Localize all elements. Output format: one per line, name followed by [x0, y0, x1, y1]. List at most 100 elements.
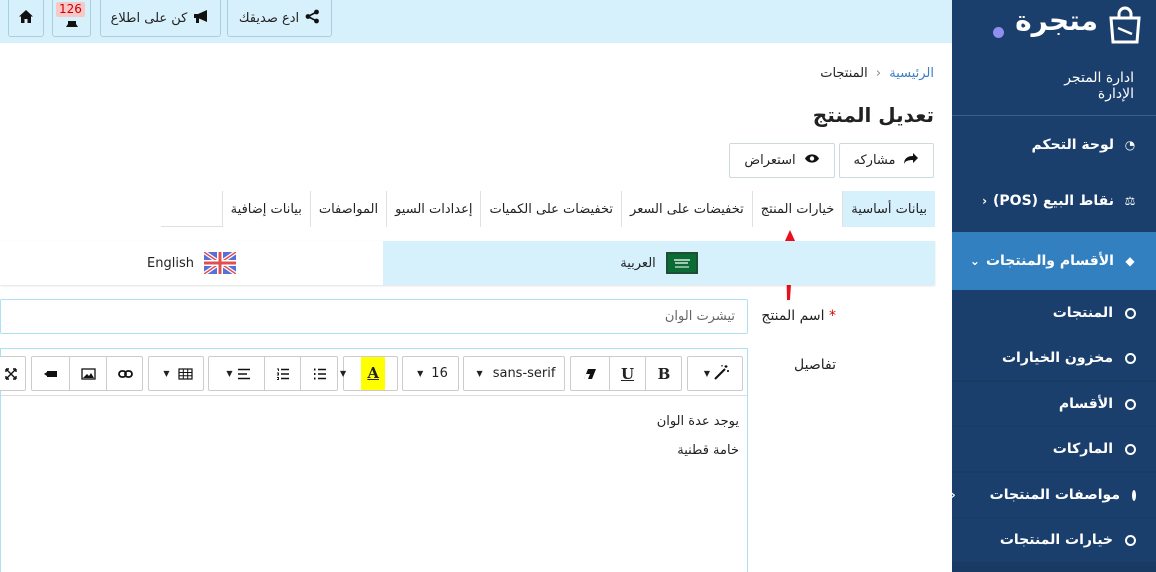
circle-icon [1125, 352, 1136, 364]
stay-informed-label: كن على اطلاع [110, 10, 188, 26]
invite-friend-label: ادع صديقك [238, 10, 300, 26]
bell-icon [65, 17, 79, 33]
tab-language-arabic[interactable]: العربية [383, 241, 935, 285]
sidebar-item-label: نقاط البيع (POS) [993, 193, 1114, 209]
share-label: مشاركه [853, 153, 896, 168]
image-icon[interactable] [69, 357, 107, 390]
eye-icon [804, 153, 820, 168]
breadcrumb-separator-icon: ‹ [875, 66, 882, 81]
text-color-button[interactable]: A [361, 357, 386, 390]
preview-button[interactable]: استعراض [729, 143, 835, 178]
sidebar-item-categories-products[interactable]: ◆ الأقسام والمنتجات ⌄ [952, 232, 1156, 290]
preview-label: استعراض [744, 153, 796, 168]
expand-icon [5, 367, 17, 380]
tab-extra-data[interactable]: بيانات إضافية [221, 191, 310, 227]
details-label: تفاصيل [794, 357, 836, 373]
tab-specifications[interactable]: المواصفات [309, 191, 387, 227]
logo[interactable]: متجرة [952, 0, 1156, 50]
required-mark: * [829, 308, 836, 324]
sidebar-subitem-label: خيارات المنتجات [999, 532, 1113, 548]
sidebar-subitem-brands[interactable]: الماركات [952, 427, 1156, 471]
stay-informed-button[interactable]: كن على اطلاع [100, 0, 221, 37]
sidebar-subitem-label: الأقسام [1058, 396, 1113, 412]
scale-icon: ⚖ [1124, 194, 1136, 208]
font-size-dropdown[interactable]: ▼ 16 [402, 356, 459, 391]
home-button[interactable] [8, 0, 44, 37]
sidebar-subitem-options-stock[interactable]: مخزون الخيارات [952, 336, 1156, 380]
breadcrumb-home-link[interactable]: الرئيسية [889, 66, 934, 81]
store-title: ادارة المتجر [1064, 70, 1134, 86]
sidebar-subitem-specifications[interactable]: مواصفات المنتجات ‹ [951, 473, 1156, 517]
circle-icon [1125, 398, 1136, 410]
megaphone-icon [193, 9, 210, 28]
caret-down-icon: ▼ [476, 369, 483, 378]
sidebar: متجرة ادارة المتجر الإدارة ◔ لوحة التحكم… [951, 0, 1156, 572]
color-picker-group[interactable]: ▼ A [340, 356, 398, 391]
ordered-list-icon[interactable] [264, 357, 301, 390]
eraser-icon[interactable] [571, 357, 609, 390]
uk-flag-icon [203, 252, 236, 274]
font-family-dropdown[interactable]: ▼ sans-serif [463, 356, 565, 391]
insert-group [31, 356, 143, 391]
language-label: English [147, 255, 194, 271]
status-dot [993, 27, 1004, 38]
editor-line: خامة قطنية [677, 443, 739, 458]
tab-language-english[interactable]: English [0, 241, 383, 285]
tab-product-options[interactable]: خيارات المنتج [751, 191, 843, 227]
sidebar-subitem-products[interactable]: المنتجات [952, 290, 1156, 336]
rich-text-editor: ▼ B U ▼ sans-serif ▼ 16 ▼ A ▼ ▼ يوجد عدة… [0, 348, 748, 572]
text-format-group: B U [570, 356, 682, 391]
home-icon [18, 9, 34, 28]
share-icon [305, 9, 320, 28]
font-family-value: sans-serif [492, 366, 556, 381]
breadcrumb-current: المنتجات [820, 66, 868, 81]
sidebar-subitem-product-options[interactable]: خيارات المنتجات [952, 518, 1156, 562]
tab-basic-data[interactable]: بيانات أساسية [842, 191, 935, 227]
editor-toolbar: ▼ B U ▼ sans-serif ▼ 16 ▼ A ▼ ▼ [0, 349, 747, 396]
saudi-flag-icon [665, 252, 698, 274]
underline-button[interactable]: U [609, 357, 646, 390]
invite-friend-button[interactable]: ادع صديقك [227, 0, 332, 37]
font-size-value: 16 [431, 366, 448, 381]
notifications-button[interactable]: 126 [52, 0, 91, 37]
language-label: العربية [620, 255, 656, 271]
sidebar-divider [952, 115, 1156, 116]
sidebar-subitem-label: مخزون الخيارات [1001, 350, 1113, 366]
paragraph-group: ▼ [208, 356, 338, 391]
store-role: الإدارة [1097, 86, 1134, 102]
tab-quantity-discounts[interactable]: تخفيضات على الكميات [480, 191, 622, 227]
notification-count-badge: 126 [56, 2, 85, 17]
style-dropdown-button[interactable]: ▼ [687, 356, 743, 391]
video-icon[interactable] [32, 357, 69, 390]
sidebar-item-dashboard[interactable]: ◔ لوحة التحكم [952, 123, 1156, 167]
product-name-input[interactable] [0, 299, 748, 334]
bold-button[interactable]: B [646, 357, 682, 390]
magic-wand-icon [714, 364, 730, 384]
caret-down-icon: ▼ [417, 369, 424, 378]
store-info: ادارة المتجر الإدارة [1064, 70, 1134, 102]
sidebar-subitem-categories[interactable]: الأقسام [952, 382, 1156, 426]
circle-icon [1125, 534, 1136, 546]
chevron-down-icon: ⌄ [969, 254, 980, 268]
sidebar-subitem-label: المنتجات [1052, 305, 1113, 321]
breadcrumb: الرئيسية ‹ المنتجات [820, 66, 934, 81]
table-dropdown[interactable]: ▼ [148, 356, 204, 391]
product-name-label: * اسم المنتج [761, 308, 836, 324]
tab-seo-settings[interactable]: إعدادات السيو [386, 191, 481, 227]
tag-icon: ◆ [1125, 254, 1135, 268]
sidebar-item-pos[interactable]: ⚖ نقاط البيع (POS) ‹ [952, 179, 1156, 223]
caret-down-icon: ▼ [226, 369, 233, 378]
product-tabs: بيانات أساسية خيارات المنتج تخفيضات على … [161, 191, 935, 227]
caret-down-icon: ▼ [340, 369, 347, 378]
fullscreen-button[interactable] [0, 356, 26, 391]
caret-down-icon: ▼ [703, 369, 711, 378]
page-title: تعديل المنتج [812, 103, 934, 127]
unordered-list-icon[interactable] [301, 357, 338, 390]
editor-content[interactable]: يوجد عدة الوان خامة قطنية [657, 407, 739, 465]
circle-icon [1132, 489, 1136, 501]
tab-price-discounts[interactable]: تخفيضات على السعر [621, 191, 752, 227]
align-dropdown[interactable]: ▼ [209, 357, 264, 390]
share-button[interactable]: مشاركه [839, 143, 934, 178]
link-icon[interactable] [107, 357, 143, 390]
shopping-bag-icon [1109, 6, 1141, 44]
